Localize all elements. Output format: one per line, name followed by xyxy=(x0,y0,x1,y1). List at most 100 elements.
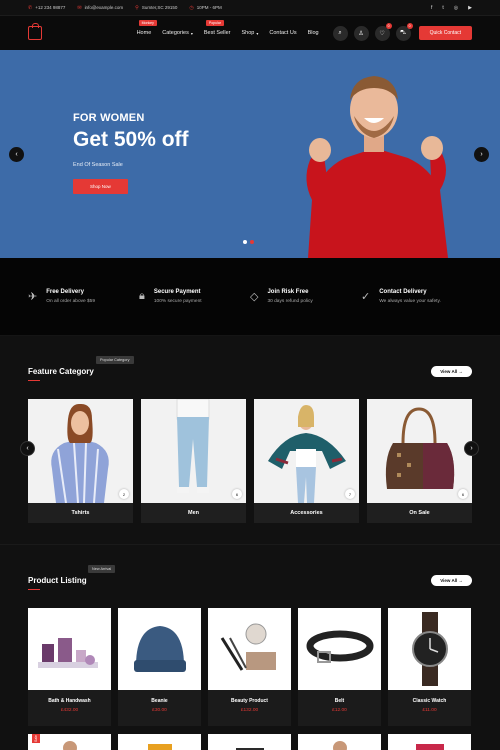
beauty-product-image xyxy=(220,623,276,671)
slide-dot-active[interactable] xyxy=(250,240,254,244)
main-nav: Monkey Home Categories ▾ Popular Best Selle… xyxy=(0,16,500,50)
slide-dot[interactable] xyxy=(243,240,247,244)
accessories-model-image xyxy=(254,399,359,503)
search-icon: ⌕ xyxy=(338,29,342,36)
product-image xyxy=(298,608,381,690)
product-header: Product Listing New Arrival View All → xyxy=(28,565,472,590)
cart-button[interactable]: ⛍ 0 xyxy=(395,22,413,41)
feature-title: Secure Payment xyxy=(153,289,201,295)
nav-item-home[interactable]: Monkey Home xyxy=(137,20,157,36)
handbag-image xyxy=(367,399,472,503)
email-text: info@example.com xyxy=(84,5,124,10)
category-card-accessories[interactable]: 7 Accessories xyxy=(254,399,359,523)
phone-icon: ✆ xyxy=(28,4,33,11)
product-card[interactable]: Sale xyxy=(28,734,111,750)
product-card[interactable] xyxy=(298,734,381,750)
product-info: Classic Watch £11.00 xyxy=(388,690,471,726)
belt-image xyxy=(306,630,374,663)
product-name: Bath & Handwash xyxy=(48,698,91,704)
cart-count: 0 xyxy=(406,22,413,29)
chevron-left-icon: ‹ xyxy=(26,445,29,452)
feature-subtitle: We always value your safety. xyxy=(379,299,441,304)
facebook-icon[interactable]: f xyxy=(431,5,432,11)
product-card[interactable]: Beauty Product £132.00 xyxy=(208,608,291,726)
search-button[interactable]: ⌕ xyxy=(332,25,348,41)
hero-prev-arrow[interactable]: ‹ xyxy=(9,147,24,162)
bath-handwash-image xyxy=(38,638,98,668)
email-info[interactable]: ✉ info@example.com xyxy=(77,5,123,11)
product-price: £12.00 xyxy=(332,708,347,713)
category-view-all-button[interactable]: View All → xyxy=(431,366,472,377)
shop-logo-icon[interactable] xyxy=(28,23,42,40)
features-strip: ✈ Free Delivery On all order above $59 🔒︎… xyxy=(0,258,500,336)
nav-menu: Monkey Home Categories ▾ Popular Best Selle… xyxy=(137,20,319,36)
hero-next-arrow[interactable]: › xyxy=(474,147,489,162)
nav-item-best-seller[interactable]: Popular Best Seller xyxy=(204,20,230,36)
product-card[interactable]: Classic Watch £11.00 xyxy=(388,608,471,726)
product-info: Beauty Product £132.00 xyxy=(208,690,291,726)
product-card[interactable]: Bath & Handwash £432.00 xyxy=(28,608,111,726)
hero-pagination xyxy=(243,240,254,244)
product-name: Beauty Product xyxy=(231,698,268,704)
twitter-icon[interactable]: t xyxy=(442,5,443,11)
hero-headline: Get 50% off xyxy=(73,128,189,151)
chevron-right-icon: › xyxy=(480,151,483,158)
category-count: 2 xyxy=(119,489,129,499)
product-image xyxy=(118,608,201,690)
product-image xyxy=(63,741,77,750)
phone-text: +12 234 98877 xyxy=(35,5,66,10)
top-bar: ✆ +12 234 98877 ✉ info@example.com ⚲ Sumter… xyxy=(0,0,500,16)
nav-badge: Monkey xyxy=(138,20,157,26)
nav-label: Categories xyxy=(162,30,189,36)
heart-icon: ♡ xyxy=(379,30,385,37)
shop-now-button[interactable]: Shop Now xyxy=(73,179,128,194)
category-card-on-sale[interactable]: 6 On Sale xyxy=(367,399,472,523)
instagram-icon[interactable]: ◎ xyxy=(454,5,458,11)
product-card[interactable] xyxy=(208,734,291,750)
hours-info: ◷ 10PM - 6PM xyxy=(189,5,221,11)
nav-item-blog[interactable]: Blog xyxy=(308,30,319,36)
category-header: Feature Category Popular Category View A… xyxy=(28,356,472,381)
category-card-men[interactable]: 6 Men xyxy=(141,399,246,523)
category-count: 6 xyxy=(232,489,242,499)
mail-icon: ✉ xyxy=(77,4,82,11)
category-card-tshirts[interactable]: 2 Tshirts xyxy=(28,399,133,523)
nav-item-contact[interactable]: Contact Us xyxy=(269,30,296,36)
product-image xyxy=(28,608,111,690)
product-card[interactable] xyxy=(388,734,471,750)
phone-info[interactable]: ✆ +12 234 98877 xyxy=(28,5,65,11)
lock-icon: 🔒︎ xyxy=(139,290,145,302)
category-name: On Sale xyxy=(367,503,472,523)
category-image: 7 xyxy=(254,399,359,503)
product-card[interactable]: Belt £12.00 xyxy=(298,608,381,726)
sale-badge: Sale xyxy=(32,734,40,744)
category-name: Men xyxy=(141,503,246,523)
feature-title: Contact Delivery xyxy=(379,289,427,295)
check-icon: ✓ xyxy=(361,291,371,303)
feature-subtitle: 100% secure payment xyxy=(153,299,202,304)
chevron-down-icon: ▾ xyxy=(190,30,193,36)
wishlist-button[interactable]: ♡ 0 xyxy=(374,22,392,41)
category-image: 2 xyxy=(28,399,133,503)
quick-contact-button[interactable]: Quick Contact xyxy=(418,26,472,40)
category-prev-arrow[interactable]: ‹ xyxy=(20,441,35,456)
plane-icon: ✈ xyxy=(28,291,38,303)
product-view-all-button[interactable]: View All → xyxy=(431,575,472,586)
men-jeans-image xyxy=(141,399,246,503)
youtube-icon[interactable]: ▶ xyxy=(468,5,472,11)
location-info: ⚲ Sumter,SC 29150 xyxy=(135,5,177,11)
product-card[interactable]: Beanie £30.00 xyxy=(118,608,201,726)
feature-contact-delivery: ✓ Contact Delivery We always value your s… xyxy=(361,289,472,304)
account-button[interactable]: ♙ xyxy=(353,25,369,41)
product-image xyxy=(333,741,347,750)
category-image: 6 xyxy=(141,399,246,503)
category-next-arrow[interactable]: › xyxy=(464,441,479,456)
nav-item-categories[interactable]: Categories ▾ xyxy=(162,30,193,36)
product-price: £11.00 xyxy=(422,708,437,713)
product-image xyxy=(208,608,291,690)
product-image xyxy=(416,744,444,750)
product-card[interactable] xyxy=(118,734,201,750)
nav-item-shop[interactable]: Shop ▾ xyxy=(241,30,258,36)
chevron-right-icon: › xyxy=(470,445,473,452)
hero-kicker: FOR WOMEN xyxy=(73,112,145,124)
